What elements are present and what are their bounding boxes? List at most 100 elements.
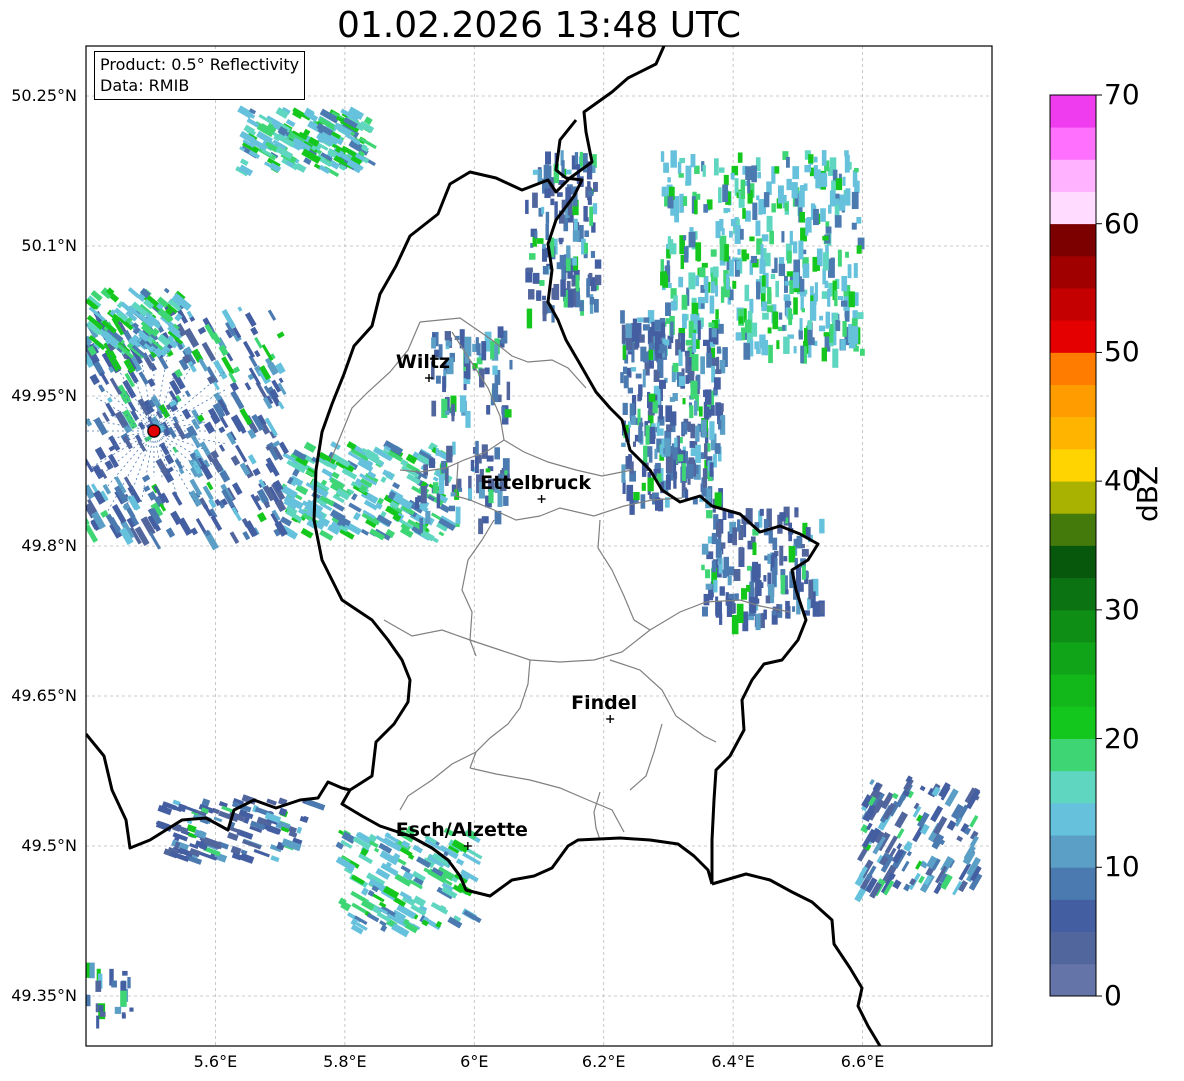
echo-cell bbox=[763, 609, 767, 620]
echo-cell bbox=[586, 278, 590, 298]
echo-cell bbox=[666, 424, 672, 432]
echo-cell bbox=[813, 156, 818, 163]
echo-cell bbox=[425, 510, 431, 524]
echo-cell bbox=[127, 401, 137, 413]
echo-cell bbox=[737, 519, 741, 532]
echo-cell bbox=[550, 198, 555, 206]
echo-cell bbox=[728, 566, 735, 576]
echo-cell bbox=[715, 538, 722, 558]
echo-cell bbox=[545, 223, 549, 241]
echo-cell bbox=[783, 294, 791, 301]
echo-cell bbox=[120, 981, 127, 992]
echo-cell bbox=[827, 258, 835, 278]
echo-cell bbox=[661, 186, 667, 197]
echo-cell bbox=[732, 280, 737, 289]
echo-cell bbox=[227, 831, 239, 842]
colorbar-tick-label: 10 bbox=[1104, 850, 1140, 884]
echo-cell bbox=[762, 275, 766, 287]
echo-cell bbox=[648, 451, 653, 463]
echo-cell bbox=[821, 291, 828, 299]
echo-cell bbox=[698, 406, 703, 417]
echo-cell bbox=[829, 190, 836, 207]
echo-cell bbox=[478, 455, 482, 464]
echo-cell bbox=[446, 445, 453, 463]
echo-cell bbox=[86, 458, 94, 473]
echo-cell bbox=[718, 187, 722, 203]
echo-cell bbox=[566, 245, 571, 261]
echo-cell bbox=[768, 344, 773, 364]
echo-cell bbox=[431, 400, 437, 417]
echo-cell bbox=[827, 289, 831, 307]
echo-cell bbox=[730, 218, 737, 227]
echo-cell bbox=[726, 273, 730, 290]
echo-cell bbox=[648, 426, 656, 445]
echo-cell bbox=[832, 348, 839, 368]
echo-cell bbox=[784, 301, 792, 306]
echo-cell bbox=[463, 909, 482, 924]
echo-cell bbox=[695, 275, 700, 287]
lat-tick-label: 50.25°N bbox=[11, 86, 77, 105]
echo-cell bbox=[759, 258, 766, 274]
echo-cell bbox=[559, 239, 563, 245]
echo-cell bbox=[763, 192, 770, 208]
echo-cell bbox=[740, 228, 744, 240]
echo-cell bbox=[688, 272, 696, 290]
echo-cell bbox=[670, 321, 674, 339]
echo-cell bbox=[592, 203, 598, 215]
echo-cell bbox=[859, 348, 865, 356]
echo-cell bbox=[714, 443, 721, 454]
echo-cell bbox=[820, 208, 826, 222]
echo-cell bbox=[743, 342, 751, 360]
echo-cell bbox=[640, 346, 647, 362]
echo-cell bbox=[94, 446, 107, 461]
colorbar-segment bbox=[1050, 288, 1096, 321]
echo-cell bbox=[542, 300, 548, 315]
echo-cell bbox=[631, 415, 636, 425]
echo-cell bbox=[170, 510, 183, 526]
colorbar-segment bbox=[1050, 867, 1096, 900]
city-label: Findel bbox=[571, 692, 637, 714]
echo-cell bbox=[825, 311, 831, 329]
echo-cell bbox=[544, 188, 551, 199]
echo-cell bbox=[796, 582, 804, 592]
echo-cell bbox=[825, 226, 832, 234]
lat-tick-label: 49.5°N bbox=[21, 836, 77, 855]
echo-cell bbox=[715, 596, 719, 616]
echo-cell bbox=[197, 326, 207, 335]
echo-cell bbox=[163, 287, 170, 294]
echo-cell bbox=[637, 317, 643, 323]
colorbar-segment bbox=[1050, 545, 1096, 579]
echo-cell bbox=[674, 437, 678, 448]
lat-tick-label: 49.8°N bbox=[21, 536, 77, 555]
echo-cell bbox=[242, 530, 251, 541]
echo-cell bbox=[709, 462, 714, 477]
echo-cell bbox=[752, 542, 757, 556]
echo-cell bbox=[835, 320, 841, 332]
echo-cell bbox=[735, 332, 742, 341]
echo-cell bbox=[761, 301, 768, 312]
echo-cell bbox=[723, 174, 729, 186]
echo-cell bbox=[750, 255, 758, 264]
echo-cell bbox=[705, 583, 713, 590]
echo-cell bbox=[685, 353, 689, 373]
colorbar-segment bbox=[1050, 738, 1096, 772]
radar-ray bbox=[141, 430, 155, 503]
echo-cell bbox=[837, 249, 842, 267]
echo-cell bbox=[494, 447, 501, 460]
radar-site-marker[interactable] bbox=[147, 424, 161, 438]
echo-cell bbox=[842, 176, 846, 186]
echo-cell bbox=[786, 178, 792, 191]
echo-cell bbox=[709, 421, 715, 440]
radar-map[interactable]: Wiltz Ettelbruck Findel Esch/Alzette bbox=[0, 0, 1184, 1081]
echo-cell bbox=[252, 467, 261, 477]
echo-cell bbox=[240, 849, 248, 855]
echo-cell bbox=[801, 565, 806, 580]
echo-cell bbox=[672, 362, 679, 373]
echo-cell bbox=[896, 828, 905, 839]
echo-cell bbox=[722, 184, 729, 203]
echo-cell bbox=[715, 402, 721, 416]
echo-cell bbox=[231, 506, 242, 522]
echo-cell bbox=[751, 165, 757, 183]
echo-cell bbox=[771, 203, 776, 213]
echo-cell bbox=[201, 341, 216, 362]
